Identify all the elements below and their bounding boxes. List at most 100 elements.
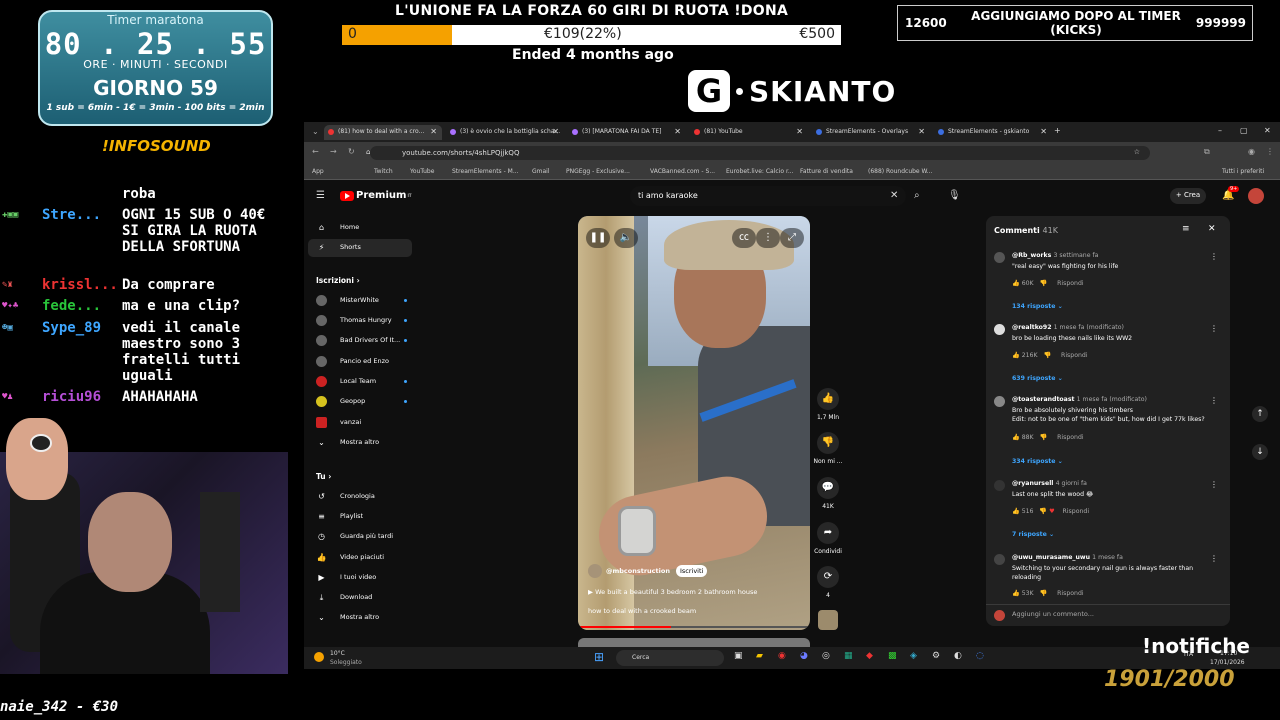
bookmark-item[interactable]: VACBanned.com - S... (650, 168, 715, 175)
reply-button[interactable]: Rispondi (1057, 280, 1084, 287)
create-button[interactable]: + Crea (1170, 188, 1206, 204)
app-icon[interactable]: ◈ (910, 651, 917, 661)
sort-icon[interactable]: ≡ (1182, 224, 1190, 234)
account-avatar[interactable] (1248, 188, 1264, 204)
sidebar-item-playlist[interactable]: ≡ Playlist (308, 508, 412, 526)
reply-button[interactable]: Rispondi (1057, 590, 1084, 597)
clear-search-icon[interactable]: ✕ (890, 190, 898, 201)
add-comment-input[interactable]: Aggiungi un commento... (1012, 610, 1094, 618)
comment-more-icon[interactable]: ⋮ (1210, 324, 1218, 333)
bookmark-item[interactable]: StreamElements - M... (452, 168, 519, 175)
home-icon[interactable]: ⌂ (366, 148, 370, 156)
bookmark-item[interactable]: (688) Roundcube W... (868, 168, 933, 175)
close-comments-icon[interactable]: ✕ (1208, 224, 1216, 234)
replies-toggle[interactable]: 639 risposte ⌄ (1012, 375, 1063, 382)
bookmark-item[interactable]: App (312, 168, 324, 175)
sidebar-channel[interactable]: Local Team (308, 373, 412, 391)
sidebar-item-watch-later[interactable]: ◷ Guarda più tardi (308, 528, 412, 546)
sidebar-show-more[interactable]: ⌄ Mostra altro (308, 434, 412, 452)
app-icon[interactable]: ▩ (888, 651, 897, 661)
settings-gear-icon[interactable]: ⚙ (932, 651, 940, 661)
previous-short-arrow-icon[interactable]: ↑ (1252, 406, 1268, 422)
like-icon[interactable]: 👍 (1012, 508, 1020, 515)
sidebar-channel[interactable]: Pancio ed Enzo (308, 353, 412, 371)
bookmark-item[interactable]: PNGEgg - Exclusive... (566, 168, 630, 175)
comments-button[interactable]: 💬 41K (812, 477, 844, 510)
close-tab-icon[interactable]: ✕ (796, 127, 803, 136)
dislike-icon[interactable]: 👎 (1040, 434, 1048, 441)
sidebar-channel[interactable]: vanzai (308, 414, 412, 432)
like-icon[interactable]: 👍 (1012, 434, 1020, 441)
sidebar-channel[interactable]: Thomas Hungry (308, 312, 412, 330)
close-tab-icon[interactable]: ✕ (430, 127, 437, 136)
discord-icon[interactable]: ◕ (800, 651, 808, 661)
dislike-button[interactable]: 👎 Non mi ... (812, 432, 844, 465)
subscribe-button[interactable]: Iscriviti (675, 565, 708, 577)
hamburger-menu-icon[interactable]: ☰ (316, 190, 325, 201)
sidebar-show-more[interactable]: ⌄ Mostra altro (308, 609, 412, 627)
like-icon[interactable]: 👍 (1012, 590, 1020, 597)
dislike-icon[interactable]: 👎 (1040, 280, 1048, 287)
close-tab-icon[interactable]: ✕ (918, 127, 925, 136)
tab[interactable]: (3) [MARATONA FAI DA TE] ✕ (568, 125, 686, 140)
video-progress-bar[interactable] (578, 626, 810, 628)
share-button[interactable]: ➦ Condividi (812, 522, 844, 555)
url-field[interactable]: ⌂ youtube.com/shorts/4shLPQjjkQQ ☆ (366, 146, 1150, 160)
sidebar-item-liked[interactable]: 👍 Video piaciuti (308, 549, 412, 567)
fullscreen-icon[interactable]: ⤢ (780, 228, 804, 248)
app-icon[interactable]: ◆ (866, 651, 873, 661)
bookmark-item[interactable]: YouTube (410, 168, 434, 175)
sidebar-item-download[interactable]: ⤓ Download (308, 589, 412, 607)
bookmark-item[interactable]: Gmail (532, 168, 550, 175)
steam-icon[interactable]: ◌ (976, 651, 984, 661)
search-input[interactable]: ti amo karaoke (630, 186, 906, 206)
taskbar-search[interactable]: Cerca (616, 650, 724, 666)
bookmark-item[interactable]: Twitch (374, 168, 393, 175)
sidebar-channel[interactable]: Geopop (308, 393, 412, 411)
chrome-icon[interactable]: ◉ (778, 651, 786, 661)
next-short-arrow-icon[interactable]: ↓ (1252, 444, 1268, 460)
all-bookmarks[interactable]: Tutti i preferiti (1222, 168, 1264, 175)
microphone-icon[interactable]: 🎙 (948, 190, 961, 201)
bookmark-item[interactable]: Fatture di vendita (800, 168, 853, 175)
sidebar-item-history[interactable]: ↺ Cronologia (308, 488, 412, 506)
sidebar-item-home[interactable]: ⌂ Home (308, 219, 412, 237)
clock-date[interactable]: 17/01/2026 (1210, 659, 1245, 666)
video-description[interactable]: ▶ We built a beautiful 3 bedroom 2 bathr… (588, 588, 757, 596)
pause-icon[interactable]: ❚❚ (586, 228, 610, 248)
next-short-thumbnail[interactable] (578, 638, 810, 647)
tab[interactable]: (3) è ovvio che la bottiglia scha... ✕ (446, 125, 564, 140)
tab-active[interactable]: (81) how to deal with a cro... ✕ (324, 125, 442, 140)
close-tab-icon[interactable]: ✕ (552, 127, 559, 136)
excel-icon[interactable]: ▦ (844, 651, 853, 661)
windows-start-icon[interactable]: ⊞ (594, 651, 604, 663)
maximize-icon[interactable]: ▢ (1240, 126, 1248, 135)
captions-icon[interactable]: ㏄ (732, 228, 756, 248)
youtube-logo[interactable]: Premium IT (340, 190, 412, 201)
reply-button[interactable]: Rispondi (1061, 352, 1088, 359)
comment-more-icon[interactable]: ⋮ (1210, 480, 1218, 489)
more-options-icon[interactable]: ⋮ (756, 228, 780, 248)
bookmark-item[interactable]: Eurobet.live: Calcio r... (726, 168, 794, 175)
app-icon[interactable]: ◐ (954, 651, 962, 661)
reload-icon[interactable]: ↻ (348, 147, 355, 156)
task-view-icon[interactable]: ▣ (734, 651, 743, 661)
minimize-icon[interactable]: – (1218, 126, 1222, 135)
dislike-icon[interactable]: 👎 (1040, 590, 1048, 597)
replies-toggle[interactable]: 334 risposte ⌄ (1012, 458, 1063, 465)
bookmark-star-icon[interactable]: ☆ (1134, 148, 1140, 156)
close-tab-icon[interactable]: ✕ (1040, 127, 1047, 136)
dislike-icon[interactable]: 👎 (1043, 352, 1051, 359)
tab[interactable]: StreamElements - gskianto ✕ (934, 125, 1052, 140)
comment-more-icon[interactable]: ⋮ (1210, 396, 1218, 405)
reply-button[interactable]: Rispondi (1057, 434, 1084, 441)
file-explorer-icon[interactable]: ▰ (756, 651, 763, 661)
like-icon[interactable]: 👍 (1012, 352, 1020, 359)
you-header[interactable]: Tu › (316, 472, 331, 481)
close-tab-icon[interactable]: ✕ (674, 127, 681, 136)
comment-more-icon[interactable]: ⋮ (1210, 554, 1218, 563)
sidebar-channel[interactable]: Bad Drivers Of It... (308, 332, 412, 350)
new-tab-icon[interactable]: + (1054, 126, 1061, 135)
tab[interactable]: (81) YouTube ✕ (690, 125, 808, 140)
shorts-video-player[interactable]: ❚❚ 🔈 ㏄ ⋮ ⤢ @mbconstruction Iscriviti ▶ We… (578, 216, 810, 630)
